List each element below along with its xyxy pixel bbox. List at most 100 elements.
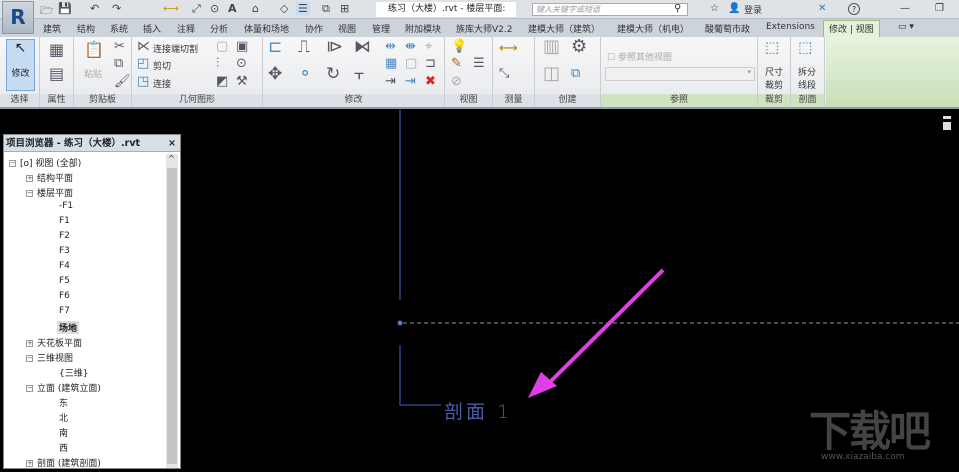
tree-leaf[interactable]: F3 <box>59 246 70 256</box>
properties-icon[interactable]: ▤ <box>49 66 64 82</box>
join-geometry-icon[interactable]: ◳ <box>137 75 149 89</box>
tree-leaf[interactable]: -F1 <box>59 201 73 211</box>
ref-other-view-checkbox[interactable]: ☐ 参照其他视图 <box>607 50 672 63</box>
type-properties-icon[interactable]: ▦ <box>49 42 64 58</box>
view-control-icon[interactable] <box>943 116 951 119</box>
array-icon[interactable]: ▦ <box>385 57 397 71</box>
create-group-icon[interactable]: ⧉ <box>571 67 580 81</box>
help-icon[interactable]: ? <box>848 3 860 15</box>
tab-systems[interactable]: 系统 <box>110 22 128 35</box>
paint-surface-icon[interactable]: ◩ <box>216 75 228 89</box>
trim-single-icon[interactable]: ⇥ <box>385 75 396 89</box>
tree-leaf[interactable]: F7 <box>59 306 70 316</box>
modify-button[interactable]: ↖ 修改 <box>6 39 35 91</box>
paste-icon[interactable]: 📋 <box>84 42 104 58</box>
copy-element-icon[interactable]: ⚬ <box>298 66 312 83</box>
3d-view-icon[interactable]: ⌂ <box>252 2 259 15</box>
copy-icon[interactable]: ⧉ <box>114 57 123 71</box>
measure-between-icon[interactable]: ⟷ <box>499 42 518 56</box>
tab-insert[interactable]: 插入 <box>143 22 161 35</box>
tab-extensions[interactable]: Extensions <box>766 22 815 32</box>
tab-modify-view[interactable]: 修改 | 视图 <box>823 20 880 37</box>
tree-leaf[interactable]: F1 <box>59 216 70 226</box>
split-element-icon[interactable]: ⇹ <box>385 40 396 54</box>
tab-analyze[interactable]: 分析 <box>210 22 228 35</box>
tab-addins[interactable]: 附加模块 <box>405 22 441 35</box>
align-icon[interactable]: ⊏ <box>268 39 282 56</box>
close-icon[interactable]: × <box>168 135 176 152</box>
tree-node[interactable]: + 结构平面 <box>26 171 73 184</box>
tree-leaf[interactable]: F6 <box>59 291 70 301</box>
panel-label[interactable]: 选择 <box>0 94 39 107</box>
tab-structure[interactable]: 结构 <box>77 22 95 35</box>
user-icon[interactable]: 👤 <box>728 3 740 14</box>
split-face-icon[interactable]: ▢ <box>216 40 228 54</box>
favorites-icon[interactable]: ☆ <box>710 3 719 14</box>
minimize-button[interactable]: — <box>900 3 910 14</box>
move-icon[interactable]: ✥ <box>268 66 282 83</box>
restore-button[interactable]: ❐ <box>935 3 944 14</box>
size-crop-icon[interactable]: ⬚ <box>765 40 779 55</box>
tab-family-library[interactable]: 族库大师V2.2 <box>456 22 512 35</box>
rotate-icon[interactable]: ↻ <box>326 66 340 83</box>
unpin-icon[interactable]: ⌖ <box>425 40 432 54</box>
tree-leaf[interactable]: 西 <box>59 441 68 454</box>
hammer-icon[interactable]: ⚒ <box>236 75 248 89</box>
parts-icon[interactable]: ▥ <box>543 38 560 56</box>
tree-leaf-selected[interactable]: 场地 <box>57 321 80 334</box>
tab-modeling-mep[interactable]: 建模大师（机电） <box>617 22 689 35</box>
tree-leaf[interactable]: F4 <box>59 261 70 271</box>
measure-icon[interactable]: ⟷ <box>163 2 179 15</box>
split-segment-icon[interactable]: ⬚ <box>798 40 812 55</box>
tree-leaf[interactable]: 北 <box>59 411 68 424</box>
login-link[interactable]: 登录 <box>744 3 762 16</box>
tree-node[interactable]: − 立面 (建筑立面) <box>26 381 101 394</box>
tree-leaf[interactable]: F5 <box>59 276 70 286</box>
bulb-icon[interactable]: 💡 <box>451 40 467 54</box>
tree-node[interactable]: − 楼层平面 <box>26 186 73 199</box>
scrollbar-thumb[interactable] <box>167 168 177 464</box>
tree-leaf[interactable]: F2 <box>59 231 70 241</box>
cut-geometry-icon[interactable]: ◰ <box>137 57 149 71</box>
tab-modeling-arch[interactable]: 建模大师（建筑） <box>528 22 600 35</box>
undo-icon[interactable]: ↶ <box>90 2 99 15</box>
mirror-axis-icon[interactable]: ⧐ <box>326 39 343 56</box>
scrollbar[interactable]: ^ <box>166 154 178 468</box>
delete-icon[interactable]: ✖ <box>425 75 436 89</box>
join-cut-label[interactable]: 连接端切割 <box>153 42 198 55</box>
tag-icon[interactable]: ⊙ <box>210 2 219 15</box>
wall-joins-icon[interactable]: ⫶ <box>216 57 219 71</box>
trim-extend-icon[interactable]: ⫟ <box>354 66 364 83</box>
app-menu-button[interactable]: R <box>2 1 34 34</box>
section-head-point[interactable] <box>397 320 403 326</box>
tab-manage[interactable]: 管理 <box>372 22 390 35</box>
tab-collaborate[interactable]: 协作 <box>305 22 323 35</box>
switch-windows-icon[interactable]: ⊞ <box>340 2 349 15</box>
dimension-icon[interactable]: ⤢ <box>192 2 201 16</box>
cut-icon[interactable]: ✂ <box>114 40 125 54</box>
tree-node-views[interactable]: − [o] 视图 (全部) <box>9 156 81 169</box>
binoculars-icon[interactable]: ⚲ <box>674 3 681 14</box>
filter-icon[interactable]: ☰ <box>473 57 485 71</box>
drawing-canvas[interactable]: 剖面 1 下载吧 www.xiazaiba.com <box>181 110 959 469</box>
tree-leaf[interactable]: 东 <box>59 396 68 409</box>
search-input[interactable]: 键入关键字或短语 <box>532 3 688 16</box>
size-crop-button[interactable]: 尺寸 裁剪 <box>765 67 783 93</box>
ref-view-dropdown[interactable]: ▾ <box>605 67 755 81</box>
section-label[interactable]: 剖面 1 <box>444 397 512 424</box>
exchange-icon[interactable]: ✕ <box>818 3 826 14</box>
close-hidden-icon[interactable]: ⧉ <box>322 2 330 16</box>
trim-multiple-icon[interactable]: ⇥ <box>405 75 416 89</box>
tab-annotate[interactable]: 注释 <box>177 22 195 35</box>
text-icon[interactable]: A <box>228 2 237 15</box>
join-geometry-label[interactable]: 连接 <box>153 77 171 90</box>
thin-lines-icon[interactable]: ☰ <box>296 2 310 15</box>
scroll-up-icon[interactable]: ^ <box>168 154 175 163</box>
save-icon[interactable]: 💾 <box>58 2 72 15</box>
tab-massing[interactable]: 体量和场地 <box>244 22 289 35</box>
pin-icon[interactable]: ⊐ <box>425 57 436 71</box>
tab-view[interactable]: 视图 <box>338 22 356 35</box>
match-properties-icon[interactable]: 🖌 <box>114 75 131 89</box>
panel-toggle-icon[interactable]: ▭ ▾ <box>898 22 914 32</box>
linework-icon[interactable]: ✎ <box>451 57 462 71</box>
